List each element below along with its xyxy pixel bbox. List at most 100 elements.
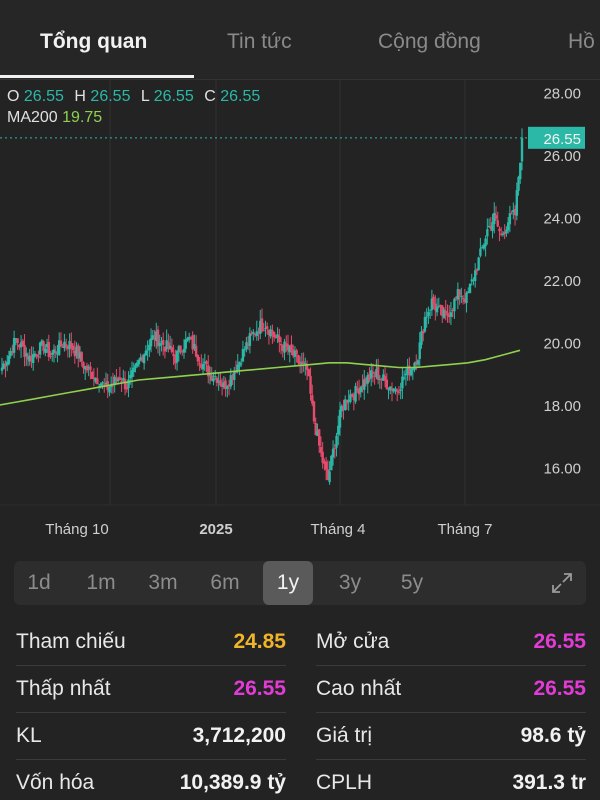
stat-label: Mở cửa [316,630,390,653]
range-1d-button[interactable]: 1d [14,561,64,605]
candle-body [7,355,11,364]
candle-body [201,363,205,370]
candle-body [44,348,47,353]
candle-body [243,349,246,351]
candle-body [272,331,276,338]
candle-body [371,372,375,374]
ma200-key: MA200 [7,109,58,126]
candle-body [494,215,498,219]
candle-body [397,391,401,393]
stat-value: 26.55 [533,630,586,653]
candle-body [465,292,468,304]
candle-body [241,349,245,362]
candle-body [266,326,269,329]
close-value: 26.55 [220,88,261,105]
candle-body [520,137,524,162]
candle-body [477,257,480,271]
candle-body [302,361,305,364]
stat-label: Tham chiếu [16,630,126,653]
candle-body [240,363,243,365]
candle-body [508,213,512,225]
tab-overview[interactable]: Tổng quan [40,30,147,54]
high-value: 26.55 [90,88,131,105]
candle-body [385,379,388,389]
candle-body [252,331,255,334]
candle-body [309,375,312,394]
candle-body [423,316,427,332]
expand-icon[interactable] [550,571,574,595]
candle-body [101,382,104,384]
candle-body [49,355,52,357]
y-tick-label: 16.00 [543,461,581,478]
candle-body [25,353,28,356]
stat-label: Giá trị [316,724,373,747]
candle-body [248,333,252,346]
stat-value: 10,389.9 tỷ [179,771,286,794]
candle-body [396,390,399,392]
candle-body [260,318,264,332]
candle-body [80,352,83,362]
low-key: L [140,88,150,105]
candle-body [108,387,111,393]
candle-body [449,312,453,317]
candle-body [144,350,148,356]
candle-body [312,401,316,422]
candle-body [149,338,153,347]
range-1m-button[interactable]: 1m [76,561,126,605]
candle-body [233,371,236,380]
candle-body [427,311,430,317]
candle-body [453,298,456,312]
candle-body [212,378,215,382]
candle-body [245,342,248,350]
candle-body [416,360,420,365]
candle-body [486,229,489,237]
stat-market-cap: Vốn hóa 10,389.9 tỷ [16,761,286,800]
candle-body [127,379,130,389]
candle-body [283,341,286,353]
low-value: 26.55 [153,88,194,105]
open-value: 26.55 [23,88,64,105]
candle-body [376,367,380,380]
candle-body [446,312,449,316]
candle-body [96,378,99,385]
tab-news[interactable]: Tin tức [227,30,292,54]
candle-body [330,455,333,471]
range-1y-button[interactable]: 1y [263,561,313,605]
range-5y-button[interactable]: 5y [387,561,437,605]
candle-body [519,162,522,180]
y-tick-label: 22.00 [543,273,581,290]
candle-body [196,355,200,362]
candle-body [89,366,92,371]
y-tick-label: 24.00 [543,211,581,228]
tab-profile[interactable]: Hồ [568,30,595,54]
candle-body [179,345,182,353]
candle-body [335,435,338,448]
stat-high: Cao nhất 26.55 [316,667,586,713]
candle-body [137,360,141,365]
range-3y-button[interactable]: 3y [325,561,375,605]
stat-value: 3,712,200 [192,724,286,747]
tab-community[interactable]: Cộng đồng [378,30,481,54]
stat-low: Thấp nhất 26.55 [16,667,286,713]
range-3m-button[interactable]: 3m [138,561,188,605]
ohlc-readout: O 26.55 H 26.55 L 26.55 C 26.55 MA200 19… [7,86,266,128]
candle-body [425,316,428,318]
candle-body [64,344,68,346]
candle-body [35,354,38,357]
top-tab-bar: Tổng quan Tin tức Cộng đồng Hồ [0,0,600,80]
close-key: C [204,88,216,105]
candle-body [205,361,208,365]
stat-label: Vốn hóa [16,771,95,794]
candle-body [99,383,102,386]
candle-body [418,342,421,359]
candle-body [184,339,187,349]
price-chart[interactable]: 28.00 26.00 24.00 22.00 20.00 18.00 16.00 Tháng… [0,80,600,550]
stat-value: 391.3 tr [512,771,586,794]
y-tick-label: 26.00 [543,148,581,165]
stat-volume: KL 3,712,200 [16,714,286,760]
candle-body [498,228,501,232]
high-key: H [74,88,86,105]
stat-label: CPLH [316,771,373,794]
candle-body [515,190,518,216]
range-6m-button[interactable]: 6m [200,561,250,605]
